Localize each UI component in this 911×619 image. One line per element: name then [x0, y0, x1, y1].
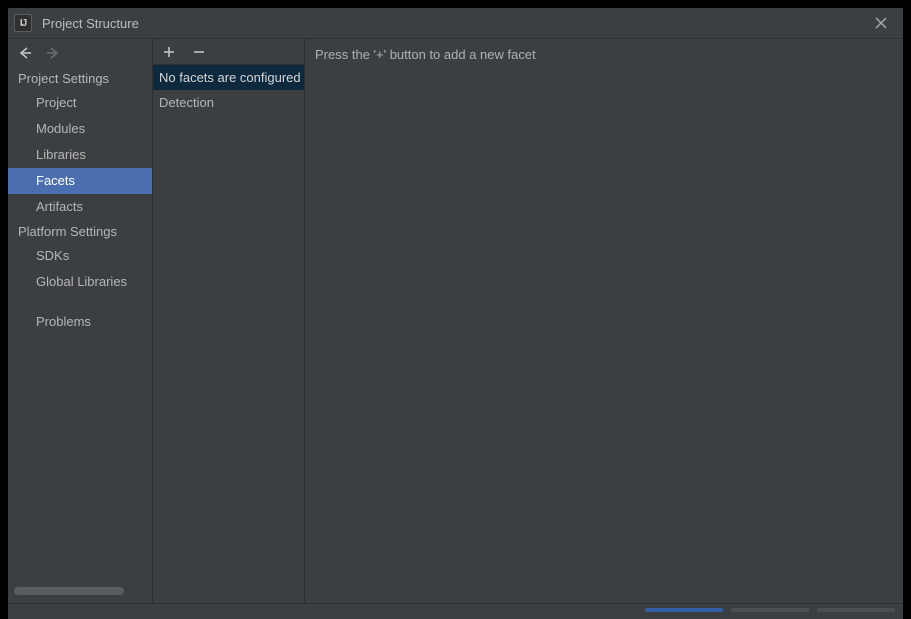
- facet-list: No facets are configured Detection: [153, 65, 304, 603]
- sidebar-item-sdks[interactable]: SDKs: [8, 243, 152, 269]
- sidebar-spacer: [8, 295, 152, 309]
- sidebar: Project Settings Project Modules Librari…: [8, 39, 153, 603]
- apply-button[interactable]: [817, 608, 895, 616]
- facet-item-none-configured[interactable]: No facets are configured: [153, 65, 304, 90]
- sidebar-item-global-libraries[interactable]: Global Libraries: [8, 269, 152, 295]
- facet-column: No facets are configured Detection: [153, 39, 305, 603]
- titlebar: IJ Project Structure: [8, 8, 903, 38]
- dialog-footer: [8, 603, 903, 619]
- sidebar-heading-project-settings: Project Settings: [8, 67, 152, 90]
- detail-hint: Press the '+' button to add a new facet: [315, 47, 893, 62]
- cancel-button[interactable]: [731, 608, 809, 616]
- sidebar-list: Project Settings Project Modules Librari…: [8, 67, 152, 581]
- arrow-right-icon: [46, 47, 60, 59]
- add-facet-button[interactable]: [161, 44, 177, 60]
- detail-pane: Press the '+' button to add a new facet: [305, 39, 903, 603]
- project-structure-dialog: IJ Project Structure: [8, 8, 903, 619]
- sidebar-item-facets[interactable]: Facets: [8, 168, 152, 194]
- arrow-left-icon: [18, 47, 32, 59]
- facet-toolbar: [153, 39, 304, 65]
- ok-button[interactable]: [645, 608, 723, 616]
- nav-back-button[interactable]: [16, 44, 34, 62]
- scrollbar-thumb[interactable]: [14, 587, 124, 595]
- nav-row: [8, 39, 152, 67]
- minus-icon: [193, 46, 205, 58]
- remove-facet-button[interactable]: [191, 44, 207, 60]
- sidebar-item-libraries[interactable]: Libraries: [8, 142, 152, 168]
- close-button[interactable]: [869, 12, 893, 34]
- sidebar-item-problems[interactable]: Problems: [8, 309, 152, 335]
- sidebar-heading-platform-settings: Platform Settings: [8, 220, 152, 243]
- close-icon: [875, 17, 887, 29]
- sidebar-item-project[interactable]: Project: [8, 90, 152, 116]
- window-title: Project Structure: [42, 16, 139, 31]
- plus-icon: [163, 46, 175, 58]
- dialog-body: Project Settings Project Modules Librari…: [8, 38, 903, 603]
- sidebar-item-modules[interactable]: Modules: [8, 116, 152, 142]
- facet-item-detection[interactable]: Detection: [153, 90, 304, 115]
- app-icon: IJ: [14, 14, 32, 32]
- nav-forward-button[interactable]: [44, 44, 62, 62]
- sidebar-item-artifacts[interactable]: Artifacts: [8, 194, 152, 220]
- sidebar-horizontal-scrollbar[interactable]: [14, 585, 146, 597]
